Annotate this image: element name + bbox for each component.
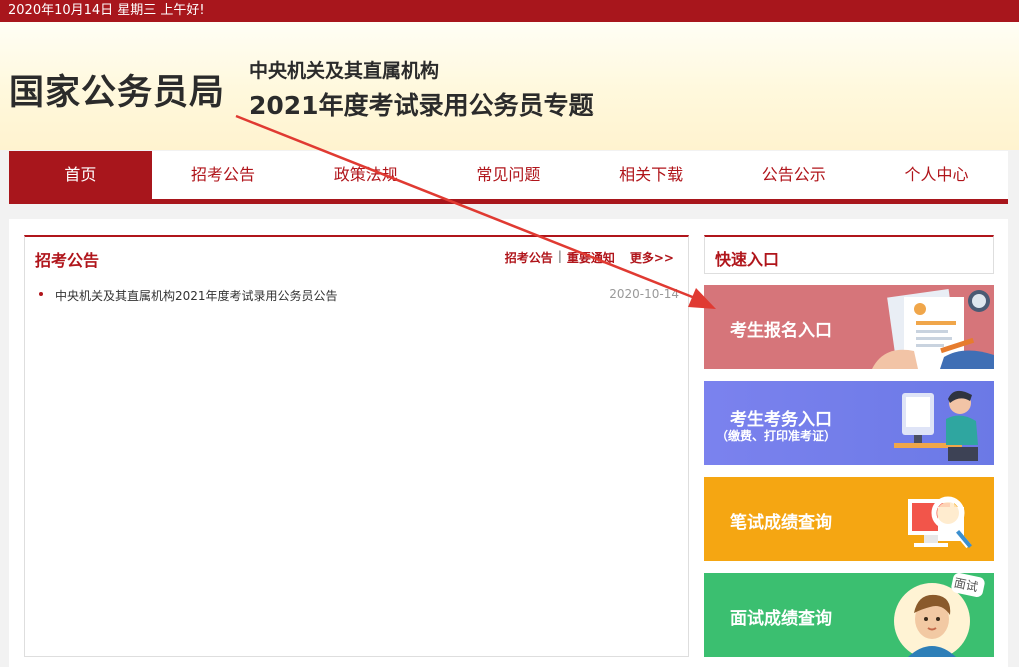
notice-date: 2020-10-14 xyxy=(609,287,679,301)
nav-recruitment-notices[interactable]: 招考公告 xyxy=(152,151,295,199)
site-header: 国家公务员局 中央机关及其直属机构 2021年度考试录用公务员专题 xyxy=(0,22,1019,150)
notices-panel: 招考公告 招考公告 | 重要通知 更多>> 中央机关及其直属机构2021年度考试… xyxy=(24,235,689,657)
more-link[interactable]: 更多>> xyxy=(630,249,674,266)
nav-downloads[interactable]: 相关下载 xyxy=(580,151,723,199)
tab-separator: | xyxy=(557,249,562,263)
quick-entry-header: 快速入口 xyxy=(704,235,994,274)
header-title: 2021年度考试录用公务员专题 xyxy=(249,91,594,120)
exam-affairs-entry-sublabel: （缴费、打印准考证） xyxy=(716,429,837,443)
nav-home[interactable]: 首页 xyxy=(9,151,152,199)
person-at-computer-icon xyxy=(894,390,978,461)
bullet-icon xyxy=(39,292,43,296)
nav-announcements[interactable]: 公告公示 xyxy=(722,151,865,199)
notices-tabs: 招考公告 | 重要通知 更多>> xyxy=(505,249,674,266)
main-nav: 首页 招考公告 政策法规 常见问题 相关下载 公告公示 个人中心 xyxy=(9,151,1008,204)
interview-score-query-button[interactable]: 面试成绩查询 面试 xyxy=(704,573,994,657)
quick-entry-title: 快速入口 xyxy=(715,250,780,269)
tab-important-notices[interactable]: 重要通知 xyxy=(567,249,615,266)
tab-recruitment-notices[interactable]: 招考公告 xyxy=(505,249,553,266)
top-date-bar: 2020年10月14日 星期三 上午好! xyxy=(0,0,1019,22)
nav-personal-center[interactable]: 个人中心 xyxy=(865,151,1008,199)
date-greeting: 2020年10月14日 星期三 上午好! xyxy=(8,3,205,18)
score-magnifier-icon xyxy=(908,496,972,549)
register-entry-button[interactable]: 考生报名入口 xyxy=(704,285,994,369)
exam-affairs-entry-button[interactable]: 考生考务入口 （缴费、打印准考证） xyxy=(704,381,994,465)
site-logo[interactable]: 国家公务员局 xyxy=(9,64,225,115)
nav-faq[interactable]: 常见问题 xyxy=(437,151,580,199)
interview-score-query-label: 面试成绩查询 xyxy=(730,609,832,629)
header-subtitle: 中央机关及其直属机构 xyxy=(249,60,440,82)
written-score-query-label: 笔试成绩查询 xyxy=(730,513,832,533)
register-entry-label: 考生报名入口 xyxy=(730,321,832,341)
document-form-icon xyxy=(872,289,994,369)
notices-panel-title: 招考公告 xyxy=(35,251,100,270)
nav-policies[interactable]: 政策法规 xyxy=(294,151,437,199)
notice-title[interactable]: 中央机关及其直属机构2021年度考试录用公务员公告 xyxy=(55,287,338,304)
written-score-query-button[interactable]: 笔试成绩查询 xyxy=(704,477,994,561)
